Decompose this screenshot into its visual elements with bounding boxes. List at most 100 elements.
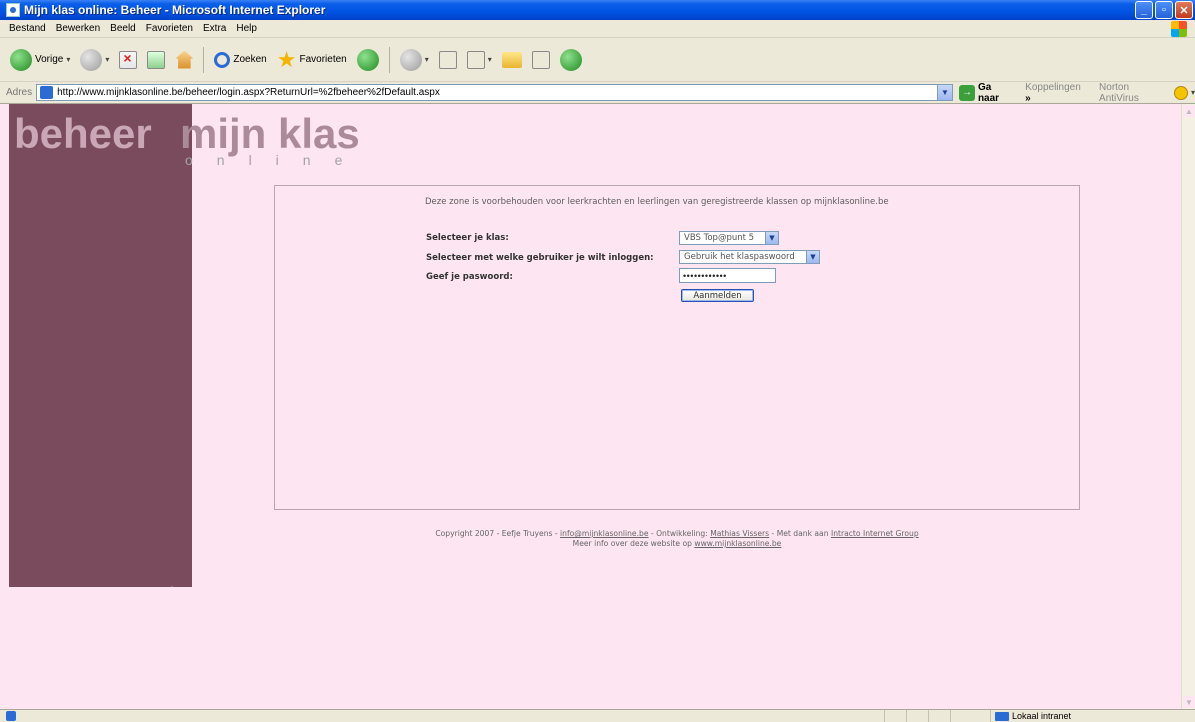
class-select[interactable]: VBS Top@punt 5 ▼ xyxy=(679,231,779,245)
user-select[interactable]: Gebruik het klaspaswoord ▼ xyxy=(679,250,820,264)
mail-dropdown-icon[interactable]: ▾ xyxy=(425,55,429,64)
class-select-value: VBS Top@punt 5 xyxy=(684,233,755,243)
dev-prefix: - Ontwikkeling: xyxy=(648,529,711,538)
favorites-label: Favorieten xyxy=(299,54,347,65)
status-bar: Lokaal intranet xyxy=(0,709,1195,722)
toolbar: Vorige ▾ ▾ Zoeken ★ Favorieten ▾ ▾ xyxy=(0,38,1195,82)
login-button[interactable]: Aanmelden xyxy=(681,289,754,302)
scroll-up-arrow-icon[interactable]: ▲ xyxy=(1183,105,1195,117)
class-label: Selecteer je klas: xyxy=(426,233,509,243)
page-viewport: beheer mijn klas online Deze zone is voo… xyxy=(0,104,1181,709)
close-button[interactable]: ✕ xyxy=(1175,1,1193,19)
folder-button[interactable] xyxy=(500,45,524,75)
mail-button[interactable]: ▾ xyxy=(398,45,431,75)
website-link[interactable]: www.mijnklasonline.be xyxy=(694,539,781,548)
norton-button[interactable]: Norton AntiVirus ▾ xyxy=(1099,82,1195,104)
user-select-value: Gebruik het klaspaswoord xyxy=(684,252,795,262)
messenger-button[interactable] xyxy=(558,45,584,75)
norton-dropdown-icon[interactable]: ▾ xyxy=(1191,88,1195,97)
thanks-prefix: - Met dank aan xyxy=(769,529,831,538)
stop-icon xyxy=(119,50,138,69)
password-label: Geef je paswoord: xyxy=(426,272,513,282)
menu-bar: Bestand Bewerken Beeld Favorieten Extra … xyxy=(0,20,1195,38)
window-title: Mijn klas online: Beheer - Microsoft Int… xyxy=(24,3,326,17)
thanks-link[interactable]: Intracto Internet Group xyxy=(831,529,919,538)
mail-icon xyxy=(399,48,422,71)
page-footer: Copyright 2007 - Eefje Truyens - info@mi… xyxy=(274,529,1080,549)
logo-beheer: beheer xyxy=(14,110,152,157)
zone-label: Lokaal intranet xyxy=(1012,711,1072,721)
sidebar-band xyxy=(9,104,192,587)
login-panel: Deze zone is voorbehouden voor leerkrach… xyxy=(274,185,1080,510)
edit-page-icon xyxy=(466,50,485,69)
norton-label: Norton AntiVirus xyxy=(1099,81,1139,104)
address-dropdown-icon[interactable]: ▼ xyxy=(936,85,952,100)
intranet-icon xyxy=(995,711,1009,721)
research-icon xyxy=(531,50,550,69)
edit-button[interactable]: ▾ xyxy=(465,45,494,75)
research-button[interactable] xyxy=(530,45,552,75)
toolbar-separator xyxy=(203,46,205,73)
address-bar: Adres http://www.mijnklasonline.be/behee… xyxy=(0,82,1195,104)
search-label: Zoeken xyxy=(233,54,267,65)
vertical-scrollbar[interactable]: ▲ ▼ xyxy=(1181,104,1195,709)
minimize-button[interactable]: _ xyxy=(1135,1,1153,19)
forward-button[interactable]: ▾ xyxy=(78,45,111,75)
search-button[interactable]: Zoeken xyxy=(212,45,268,75)
links-button[interactable]: Koppelingen » xyxy=(1025,82,1089,104)
more-info-text: Meer info over deze website op xyxy=(572,539,695,548)
forward-arrow-icon xyxy=(80,48,103,71)
favorites-button[interactable]: ★ Favorieten xyxy=(275,45,349,75)
home-button[interactable] xyxy=(173,45,195,75)
norton-icon xyxy=(1174,85,1188,100)
menu-beeld[interactable]: Beeld xyxy=(105,23,141,34)
go-arrow-icon: → xyxy=(958,84,975,101)
toolbar-separator xyxy=(388,46,390,73)
class-dropdown-icon[interactable]: ▼ xyxy=(765,232,778,244)
windows-logo-icon xyxy=(1171,21,1187,37)
logo-mijn-klas: mijn klas xyxy=(180,110,360,157)
forward-dropdown-icon[interactable]: ▾ xyxy=(105,55,109,64)
title-bar: Mijn klas online: Beheer - Microsoft Int… xyxy=(0,0,1195,20)
developer-link[interactable]: Mathias Vissers xyxy=(710,529,769,538)
address-input[interactable]: http://www.mijnklasonline.be/beheer/logi… xyxy=(36,84,953,101)
maximize-button[interactable]: ▫ xyxy=(1155,1,1173,19)
links-more-icon: » xyxy=(1025,92,1031,104)
history-button[interactable] xyxy=(355,45,381,75)
stop-button[interactable] xyxy=(117,45,139,75)
back-arrow-icon xyxy=(10,48,32,71)
print-button[interactable] xyxy=(437,45,459,75)
page-icon xyxy=(40,86,54,99)
logo-online: online xyxy=(185,152,367,168)
edit-dropdown-icon[interactable]: ▾ xyxy=(488,55,492,64)
go-label: Ga naar xyxy=(977,81,1000,104)
status-cells xyxy=(884,710,972,722)
password-input[interactable]: •••••••••••• xyxy=(679,268,776,283)
user-dropdown-icon[interactable]: ▼ xyxy=(806,251,819,263)
address-url: http://www.mijnklasonline.be/beheer/logi… xyxy=(57,87,440,98)
back-dropdown-icon[interactable]: ▾ xyxy=(66,55,70,64)
menu-bewerken[interactable]: Bewerken xyxy=(51,23,105,34)
favorites-star-icon: ★ xyxy=(276,46,297,72)
printer-icon xyxy=(438,50,457,69)
refresh-button[interactable] xyxy=(145,45,167,75)
address-label: Adres xyxy=(6,87,33,98)
scroll-down-arrow-icon[interactable]: ▼ xyxy=(1183,696,1195,708)
menu-extra[interactable]: Extra xyxy=(198,23,231,34)
menu-help[interactable]: Help xyxy=(231,23,262,34)
links-label: Koppelingen xyxy=(1025,81,1081,93)
messenger-icon xyxy=(559,48,582,71)
back-button[interactable]: Vorige ▾ xyxy=(8,45,72,75)
ie-icon xyxy=(6,3,20,17)
user-label: Selecteer met welke gebruiker je wilt in… xyxy=(426,253,654,263)
refresh-icon xyxy=(147,50,166,69)
email-link[interactable]: info@mijnklasonline.be xyxy=(560,529,648,538)
security-zone: Lokaal intranet xyxy=(990,710,1195,722)
folder-icon xyxy=(501,51,522,68)
status-page-icon xyxy=(6,711,16,721)
menu-bestand[interactable]: Bestand xyxy=(4,23,51,34)
back-label: Vorige xyxy=(35,54,64,65)
go-button[interactable]: → Ga naar xyxy=(958,81,1015,104)
menu-favorieten[interactable]: Favorieten xyxy=(141,23,198,34)
intro-text: Deze zone is voorbehouden voor leerkrach… xyxy=(425,197,889,207)
